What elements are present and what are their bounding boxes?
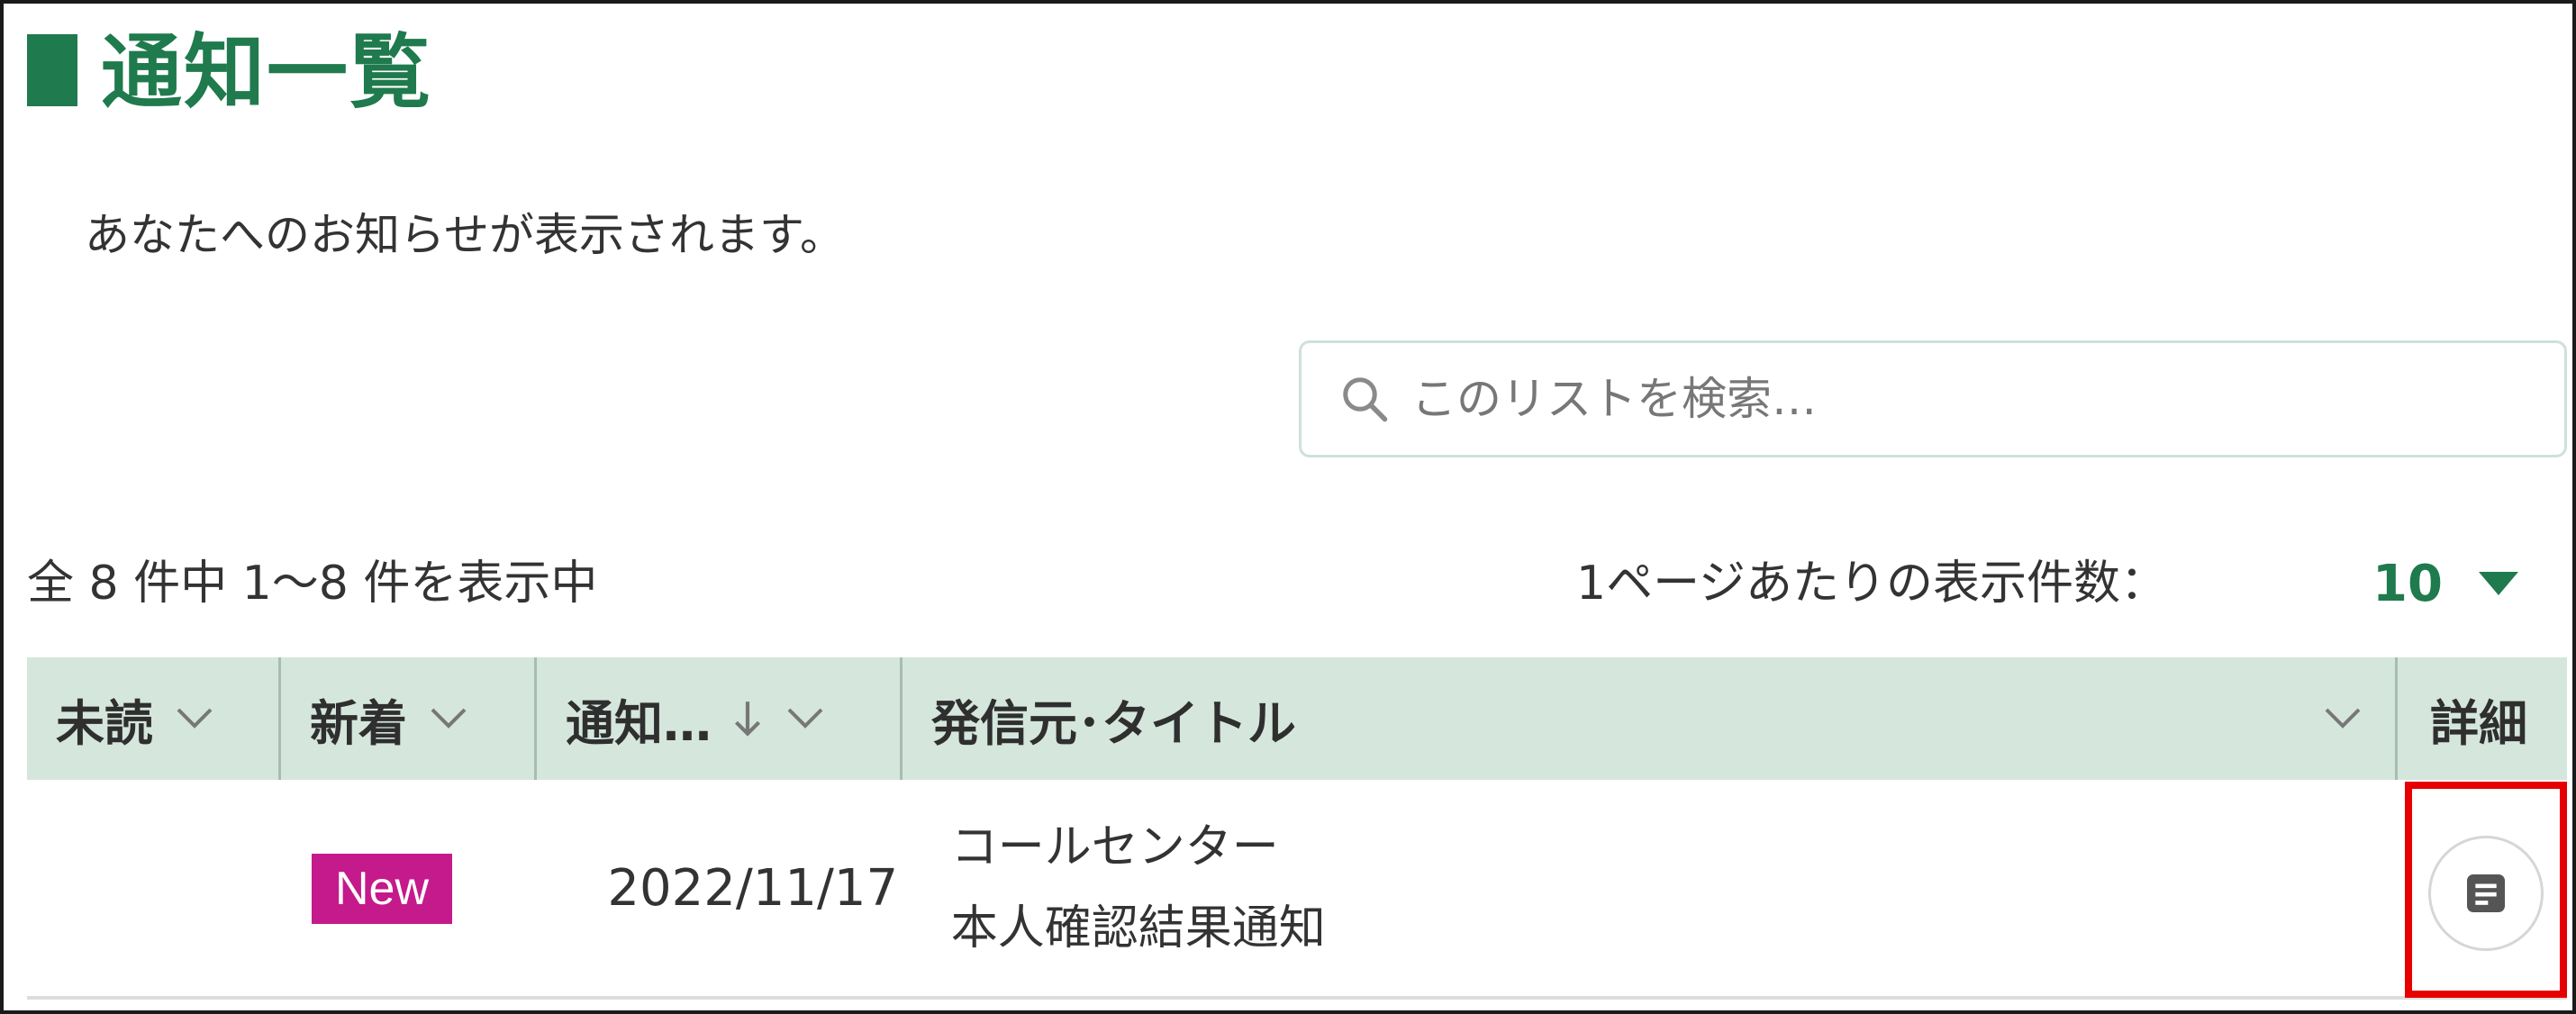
chevron-down-icon bbox=[787, 708, 823, 729]
table-header: 未読 新着 通知… 発信元･タイトル 詳細 bbox=[27, 657, 2567, 780]
chevron-down-icon bbox=[431, 708, 467, 729]
column-header-unread[interactable]: 未読 bbox=[27, 657, 281, 780]
column-label: 詳細 bbox=[2430, 694, 2527, 752]
column-header-detail: 詳細 bbox=[2398, 657, 2567, 780]
per-page-select[interactable]: 10 bbox=[2372, 549, 2518, 618]
search-icon bbox=[1343, 377, 1388, 422]
column-label: 通知… bbox=[566, 694, 712, 752]
chevron-down-icon bbox=[177, 708, 213, 729]
notification-table: 未読 新着 通知… 発信元･タイトル 詳細 2022/11/17 コールセンター… bbox=[27, 657, 2567, 1000]
per-page-value: 10 bbox=[2372, 554, 2443, 613]
title-accent-bar bbox=[27, 34, 77, 106]
column-label: 新着 bbox=[310, 694, 407, 752]
new-badge: New bbox=[312, 854, 452, 924]
search-box[interactable] bbox=[1299, 340, 2567, 457]
detail-button[interactable] bbox=[2428, 836, 2544, 951]
sort-descending-icon bbox=[734, 702, 761, 737]
result-count: 全 8 件中 1～8 件を表示中 bbox=[27, 557, 598, 611]
sender-title-cell: コールセンター 本人確認結果通知 bbox=[924, 780, 2400, 996]
column-label: 発信元･タイトル bbox=[931, 694, 1296, 752]
search-input[interactable] bbox=[1411, 354, 2492, 444]
chevron-down-icon bbox=[2325, 708, 2361, 729]
page-description: あなたへのお知らせが表示されます。 bbox=[85, 209, 845, 261]
column-header-date[interactable]: 通知… bbox=[537, 657, 903, 780]
notification-date: 2022/11/17 bbox=[607, 858, 899, 918]
per-page-label: 1ページあたりの表示件数： bbox=[1576, 557, 2168, 611]
caret-down-icon bbox=[2478, 572, 2518, 595]
unread-cell bbox=[27, 780, 277, 996]
column-header-new[interactable]: 新着 bbox=[281, 657, 537, 780]
sender-name: コールセンター bbox=[950, 820, 1279, 874]
notification-title: 本人確認結果通知 bbox=[950, 901, 1326, 955]
document-icon bbox=[2467, 874, 2505, 912]
page-title: 通知一覧 bbox=[101, 25, 432, 120]
column-header-sender-title[interactable]: 発信元･タイトル bbox=[903, 657, 2398, 780]
notification-list-page: 通知一覧 あなたへのお知らせが表示されます。 全 8 件中 1～8 件を表示中 … bbox=[0, 0, 2576, 1014]
column-label: 未読 bbox=[56, 694, 153, 752]
